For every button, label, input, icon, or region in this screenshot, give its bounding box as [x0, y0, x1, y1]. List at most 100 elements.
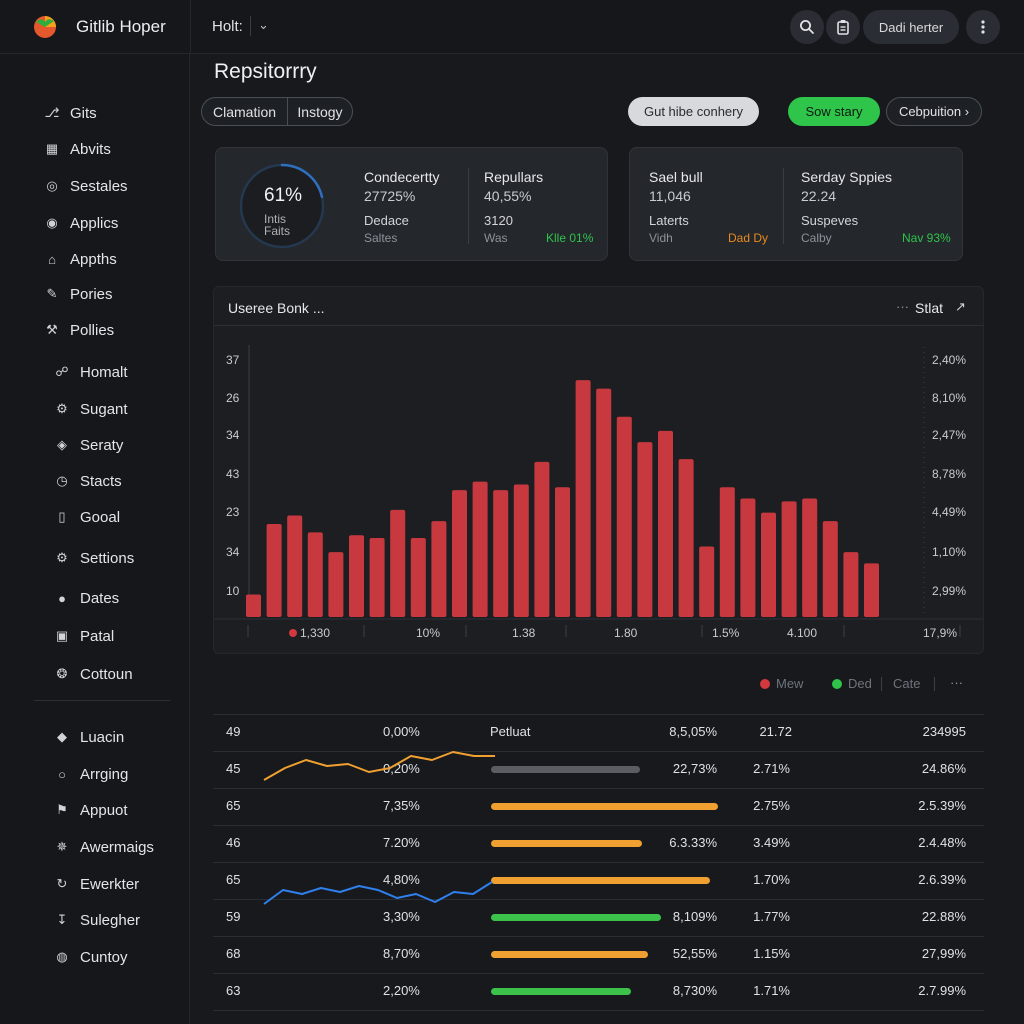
sidebar-item-sulegher[interactable]: ↧ Sulegher [54, 908, 141, 932]
table-cell: 2.71% [753, 761, 790, 776]
y-tick-label: 23 [226, 505, 240, 519]
chart-bar[interactable] [534, 461, 550, 617]
sidebar-item-stacts[interactable]: ◷ Stacts [54, 469, 121, 493]
breadcrumb[interactable]: Holt: [212, 18, 243, 35]
action-button-light[interactable]: Gut hibe conhery [628, 97, 759, 126]
sidebar-item-dates[interactable]: ● Dates [54, 586, 119, 610]
chart-bar[interactable] [740, 498, 756, 617]
chart-bar[interactable] [431, 521, 447, 617]
progress-bar [491, 840, 642, 847]
sidebar-item-seraty[interactable]: ◈ Seraty [54, 433, 123, 457]
trend-badge: Nav 93% [902, 231, 951, 245]
sidebar-item-cuntoy[interactable]: ◍ Cuntoy [54, 945, 127, 969]
chart-bar[interactable] [328, 552, 344, 617]
chart-bar[interactable] [369, 538, 385, 617]
sidebar-item-awermaigs[interactable]: ✵ Awermaigs [54, 835, 154, 859]
clipboard-button[interactable] [826, 10, 860, 44]
more-horizontal-icon[interactable]: ··· [950, 675, 963, 690]
progress-bar [491, 766, 640, 773]
table-cell: 22.88% [921, 909, 966, 924]
primary-action-button[interactable]: Sow stary [788, 97, 880, 126]
search-button[interactable] [790, 10, 824, 44]
chevron-down-icon[interactable]: ⌄ [258, 17, 269, 33]
sidebar-item-label: Arrging [80, 765, 129, 783]
chart-bar[interactable] [452, 490, 467, 617]
legend-item-cate[interactable]: Cate [893, 676, 920, 691]
sidebar-item-patal[interactable]: ▣ Patal [54, 624, 114, 648]
chart-bar[interactable] [390, 509, 406, 617]
table-cell: 6.3.33% [669, 835, 717, 850]
tab-clamation[interactable]: Clamation [202, 98, 288, 125]
sidebar-item-label: Gooal [80, 508, 121, 526]
sparkline-overlay [263, 751, 495, 905]
stat-title: Condecertty [364, 169, 440, 185]
table-cell: 8,730% [672, 983, 717, 998]
chart-bar[interactable] [822, 521, 838, 617]
lock-icon: ◆ [57, 729, 67, 744]
chart-bar[interactable] [802, 498, 818, 617]
stat-sub-label: Laterts [649, 213, 689, 228]
sidebar-item-cottoun[interactable]: ❂ Cottoun [54, 662, 133, 686]
chart-bar[interactable] [699, 546, 715, 618]
sidebar-item-arrging[interactable]: ○ Arrging [54, 762, 128, 786]
chart-bar[interactable] [266, 523, 282, 617]
sidebar-item-pories[interactable]: ✎ Pories [44, 282, 113, 306]
chart-bar[interactable] [307, 532, 323, 617]
chart-bar[interactable] [678, 459, 694, 617]
chart-bar[interactable] [493, 490, 509, 617]
sidebar-item-gits[interactable]: ⎇ Gits [44, 101, 97, 125]
circle-icon: ○ [58, 766, 66, 782]
table-cell: 2.6.39% [918, 872, 966, 887]
chart-bar[interactable] [287, 515, 303, 617]
chart-bar[interactable] [472, 481, 488, 617]
x-tick-label: 1.80 [614, 626, 638, 640]
legend-item-mew[interactable]: Mew [760, 676, 803, 691]
chart-bar[interactable] [349, 535, 364, 617]
sidebar-item-settions[interactable]: ⚙ Settions [54, 546, 134, 570]
chart-bar[interactable] [781, 501, 797, 617]
chart-bar[interactable] [513, 484, 529, 617]
chart-bar[interactable] [843, 552, 859, 617]
sidebar-item-pollies[interactable]: ⚒ Pollies [44, 318, 114, 342]
chart-bar[interactable] [575, 380, 591, 617]
chart-bar[interactable] [761, 512, 776, 617]
gear-icon: ⚙ [56, 550, 68, 565]
sidebar-item-gooal[interactable]: ▯ Gooal [54, 505, 120, 529]
sidebar-item-appuot[interactable]: ⚑ Appuot [54, 798, 128, 822]
progress-bar [491, 988, 631, 995]
sidebar-item-appths[interactable]: ⌂ Appths [44, 247, 117, 271]
table-cell: 8,70% [383, 946, 420, 961]
trend-badge: Klle 01% [546, 231, 594, 245]
user-menu-button[interactable]: Dadi herter [863, 10, 959, 44]
sidebar-item-homalt[interactable]: ☍ Homalt [54, 360, 127, 384]
table-cell: 63 [226, 983, 241, 998]
gauge-sub-label-2: Faits [264, 224, 291, 238]
sidebar-item-applics[interactable]: ◉ Applics [44, 211, 118, 235]
chart-bar[interactable] [246, 594, 261, 617]
sidebar-item-label: Pories [70, 285, 113, 303]
chart-bar[interactable] [596, 388, 612, 617]
sidebar-item-ewerkter[interactable]: ↻ Ewerkter [54, 872, 140, 896]
chart-bar[interactable] [864, 563, 879, 617]
more-button[interactable] [966, 10, 1000, 44]
document-icon: ▯ [58, 509, 66, 524]
card-divider [783, 168, 784, 244]
chart-bar[interactable] [616, 416, 632, 617]
sidebar-item-sestales[interactable]: ◎ Sestales [44, 174, 128, 198]
secondary-action-button[interactable]: Cebpuition › [886, 97, 982, 126]
tab-instogy[interactable]: Instogy [288, 98, 352, 125]
chart-bar[interactable] [555, 487, 570, 617]
chart-bar[interactable] [637, 442, 653, 617]
sidebar-item-label: Patal [80, 627, 115, 645]
sidebar-item-luacin[interactable]: ◆ Luacin [54, 725, 124, 749]
sidebar-item-abvits[interactable]: ▦ Abvits [44, 137, 111, 161]
chart-bar[interactable] [719, 487, 735, 617]
sidebar-item-label: Sestales [70, 177, 128, 195]
sidebar-item-label: Appuot [80, 801, 128, 819]
segmented-control: Clamation Instogy [201, 97, 353, 126]
sidebar-item-sugant[interactable]: ⚙ Sugant [54, 397, 127, 421]
chart-bar[interactable] [410, 538, 426, 617]
chart-bar[interactable] [658, 430, 673, 617]
legend-item-ded[interactable]: Ded [832, 676, 872, 691]
table-cell: 1.15% [753, 946, 790, 961]
